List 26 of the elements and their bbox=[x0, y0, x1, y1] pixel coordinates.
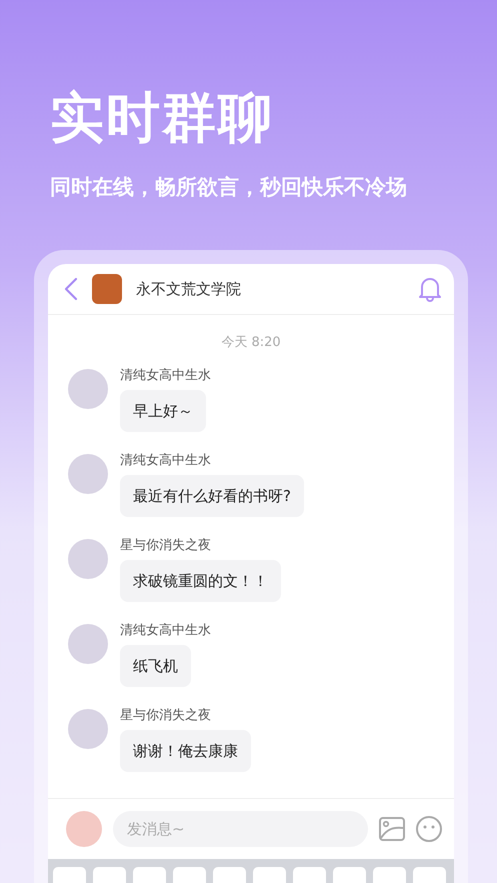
message-bubble: 早上好～ bbox=[120, 390, 206, 432]
message-bubble: 纸飞机 bbox=[120, 645, 191, 687]
emoji-icon[interactable] bbox=[416, 816, 442, 842]
timestamp: 今天 8:20 bbox=[220, 334, 282, 351]
sender-name: 星与你消失之夜 bbox=[120, 537, 211, 555]
group-title: 永不文荒文学院 bbox=[136, 280, 242, 298]
image-icon[interactable] bbox=[379, 817, 405, 841]
message-input[interactable]: 发消息~ bbox=[113, 811, 368, 847]
bell-icon[interactable] bbox=[418, 276, 442, 302]
message-bubble: 最近有什么好看的书呀? bbox=[120, 475, 304, 517]
user-avatar[interactable] bbox=[68, 369, 108, 409]
user-avatar[interactable] bbox=[66, 811, 102, 847]
group-avatar bbox=[92, 274, 122, 304]
back-icon[interactable] bbox=[64, 277, 78, 301]
message-bubble: 谢谢！俺去康康 bbox=[120, 730, 251, 772]
user-avatar[interactable] bbox=[68, 454, 108, 494]
user-avatar[interactable] bbox=[68, 709, 108, 749]
headline: 实时群聊 bbox=[50, 86, 275, 150]
user-avatar[interactable] bbox=[68, 539, 108, 579]
sender-name: 清纯女高中生水 bbox=[120, 367, 211, 385]
subtitle: 同时在线，畅所欲言，秒回快乐不冷场 bbox=[50, 174, 408, 201]
message-bubble: 求破镜重圆的文！！ bbox=[120, 560, 281, 602]
sender-name: 清纯女高中生水 bbox=[120, 622, 211, 640]
sender-name: 清纯女高中生水 bbox=[120, 452, 211, 470]
sender-name: 星与你消失之夜 bbox=[120, 707, 211, 725]
user-avatar[interactable] bbox=[68, 624, 108, 664]
